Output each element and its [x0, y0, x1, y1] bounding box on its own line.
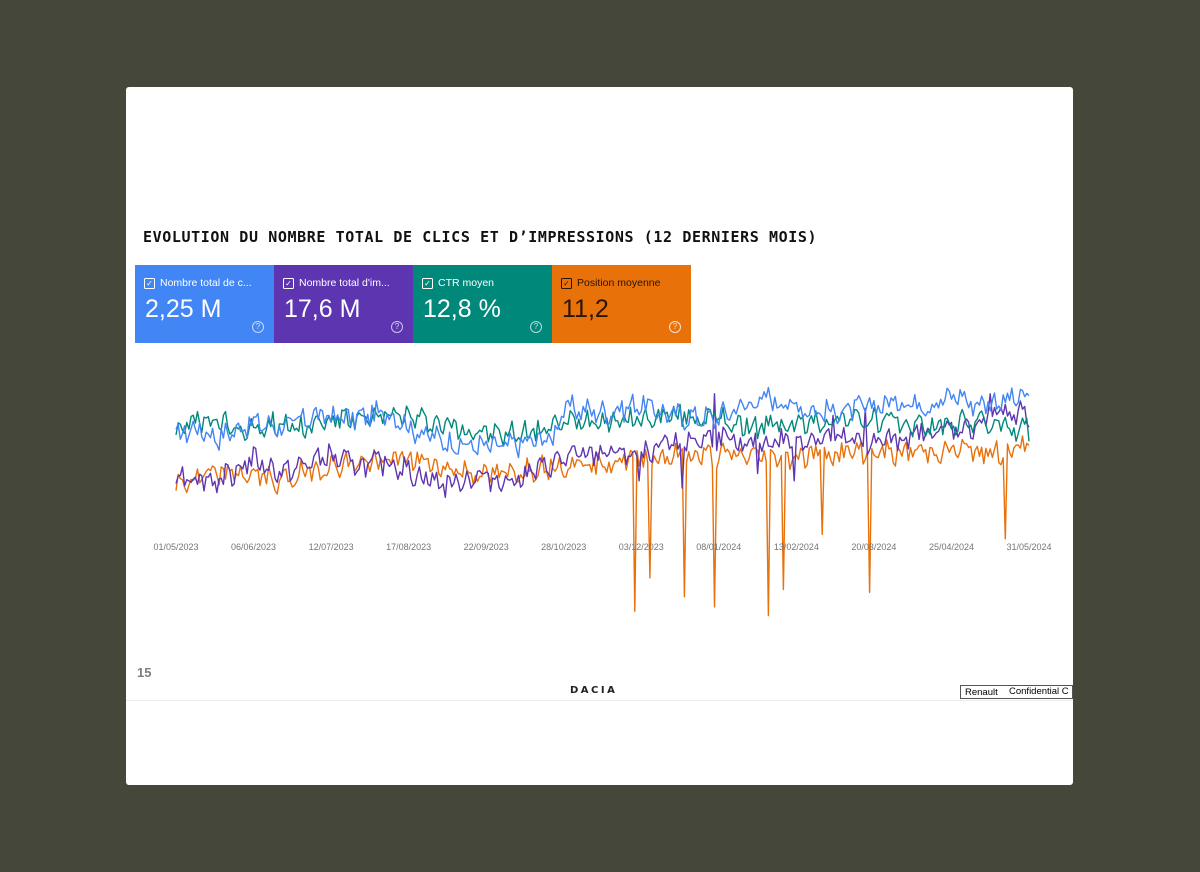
x-tick-label: 28/10/2023: [541, 542, 586, 552]
series-line-0: [175, 386, 1030, 459]
footer-confidential: Confidential C: [1009, 686, 1069, 697]
series-line-1: [175, 393, 1030, 498]
x-tick-label: 12/07/2023: [309, 542, 354, 552]
chart-lines: [175, 386, 1030, 617]
page-number: 15: [137, 665, 152, 680]
x-tick-label: 22/09/2023: [464, 542, 509, 552]
footer-divider: [126, 700, 1073, 701]
footer-classification: Renault Confidential C: [960, 685, 1073, 699]
x-axis-ticks: 01/05/2023 06/06/2023 12/07/2023 17/08/2023…: [153, 542, 1051, 552]
x-tick-label: 20/03/2024: [851, 542, 896, 552]
x-tick-label: 06/06/2023: [231, 542, 276, 552]
x-tick-label: 01/05/2023: [153, 542, 198, 552]
footer-brand: Renault: [965, 687, 998, 698]
brand-logo: DACIA: [570, 685, 618, 696]
x-tick-label: 17/08/2023: [386, 542, 431, 552]
x-tick-label: 03/12/2023: [619, 542, 664, 552]
x-tick-label: 13/02/2024: [774, 542, 819, 552]
performance-chart: 01/05/2023 06/06/2023 12/07/2023 17/08/2023…: [153, 386, 1052, 617]
x-tick-label: 08/01/2024: [696, 542, 741, 552]
slide: EVOLUTION DU NOMBRE TOTAL DE CLICS ET D’…: [126, 87, 1073, 785]
x-tick-label: 31/05/2024: [1006, 542, 1051, 552]
x-tick-label: 25/04/2024: [929, 542, 974, 552]
